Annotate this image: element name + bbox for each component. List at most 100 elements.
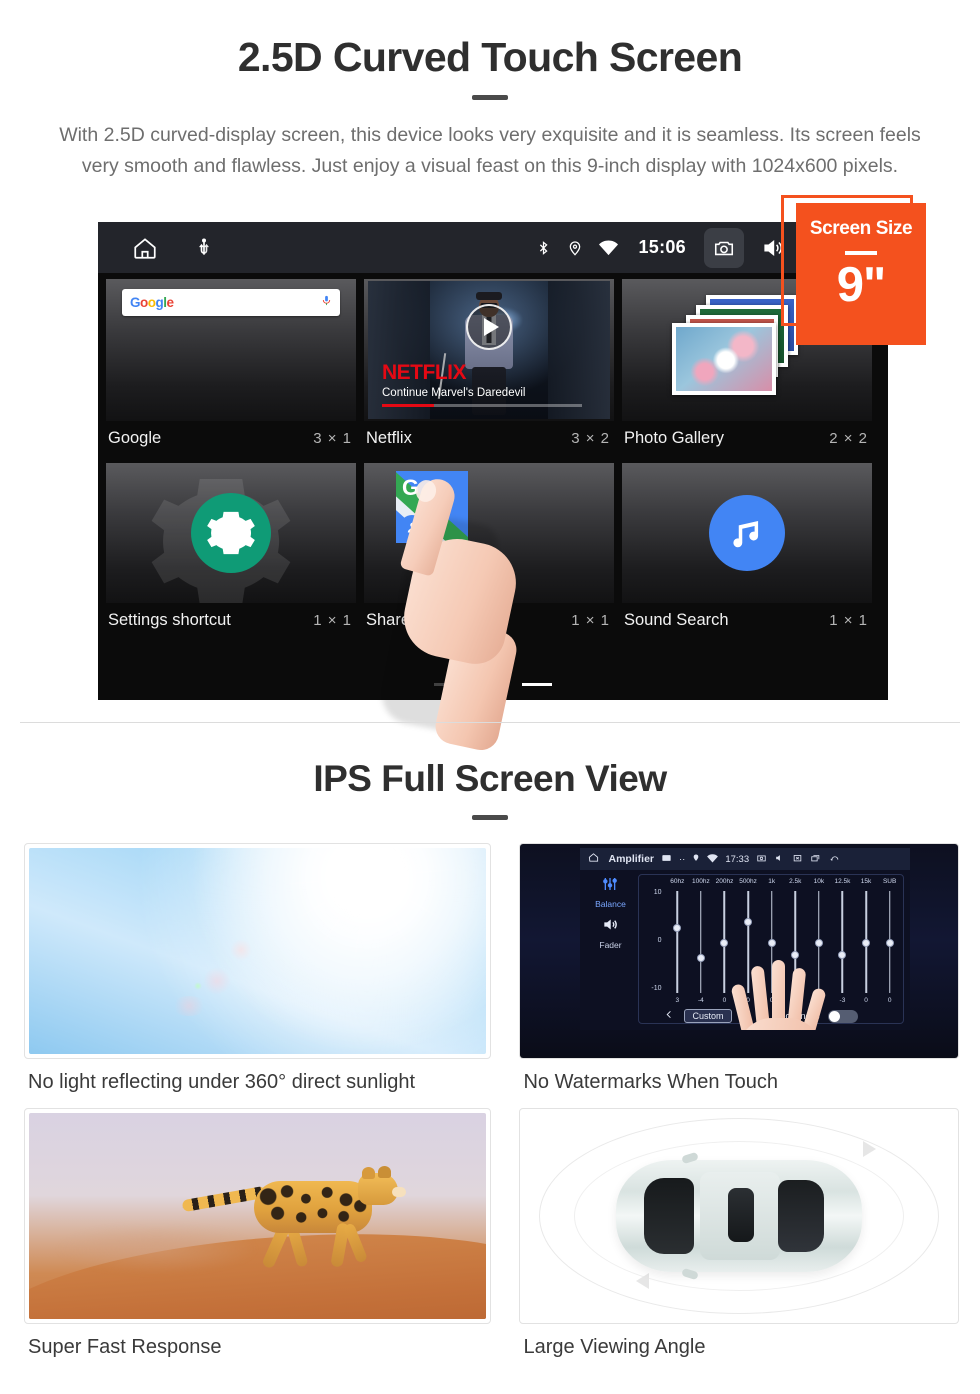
camera-icon[interactable] xyxy=(756,850,767,868)
home-icon[interactable] xyxy=(588,850,599,868)
band-label: 200hz xyxy=(715,878,734,885)
home-icon[interactable] xyxy=(132,235,158,261)
page-dot-3-active[interactable] xyxy=(522,683,552,686)
widget-card-sound-search[interactable]: Sound Search 1 × 1 xyxy=(622,463,872,630)
amplifier-side-tabs: Balance Fader xyxy=(584,876,636,950)
running-cheetah-photo xyxy=(29,1113,487,1319)
eq-slider xyxy=(665,891,689,993)
eq-slider xyxy=(854,891,878,993)
band-value: 0 xyxy=(864,997,868,1004)
widget-name: Netflix xyxy=(366,429,412,447)
sliders-icon[interactable] xyxy=(600,878,620,896)
widget-name: Settings shortcut xyxy=(108,611,231,629)
play-icon[interactable] xyxy=(466,304,512,350)
band-label: 2.5k xyxy=(789,878,802,885)
gallery-icon[interactable] xyxy=(661,850,672,868)
camera-icon[interactable] xyxy=(704,227,744,268)
page-dot-2[interactable] xyxy=(478,683,508,686)
rotation-arrow-bottom xyxy=(636,1273,650,1289)
amplifier-clock: 17:33 xyxy=(725,853,750,865)
feature-card-no-watermarks: Amplifier ·· 17:33 Balance Fader 60hz 10… xyxy=(519,843,959,1094)
band-value: 0 xyxy=(887,997,892,1004)
feature-caption: No Watermarks When Touch xyxy=(523,1071,779,1093)
alley-right xyxy=(548,281,610,419)
google-maps-widget-thumb: G xyxy=(364,463,614,603)
usb-icon[interactable] xyxy=(194,237,214,259)
product-detail-page: 2.5D Curved Touch Screen With 2.5D curve… xyxy=(0,0,980,1394)
widget-size: 1 × 1 xyxy=(829,612,868,629)
scale-label-mid: 0 xyxy=(657,937,662,944)
fader-tab-label[interactable]: Fader xyxy=(584,940,636,950)
status-bar-clock: 15:06 xyxy=(638,237,686,257)
band-label: 12.5k xyxy=(834,878,851,885)
amplifier-body: Balance Fader 60hz 100hz 200hz 500hz 1k … xyxy=(580,870,910,1030)
widget-caption: Sound Search 1 × 1 xyxy=(622,603,872,630)
music-note-icon xyxy=(709,495,785,571)
widget-card-share-location[interactable]: G Share location 1 × 1 xyxy=(364,463,614,630)
feature-card-viewing-angle: Large Viewing Angle xyxy=(519,1108,959,1359)
location-icon xyxy=(567,238,583,258)
band-value: -4 xyxy=(697,997,704,1004)
balance-tab-label[interactable]: Balance xyxy=(584,899,636,909)
amplifier-screen: Amplifier ·· 17:33 Balance Fader 60hz 10… xyxy=(580,848,911,1030)
settings-gear-icon xyxy=(191,493,271,573)
netflix-artwork: NETFLIX Continue Marvel's Daredevil xyxy=(368,281,610,419)
band-label: SUB xyxy=(882,878,897,885)
band-label: 15k xyxy=(860,878,872,885)
widget-size: 1 × 1 xyxy=(313,612,352,629)
widget-caption: Google 3 × 1 xyxy=(106,421,356,448)
recents-icon[interactable] xyxy=(810,850,821,868)
widget-name: Photo Gallery xyxy=(624,429,724,447)
feature-card-row-1: No light reflecting under 360° direct su… xyxy=(24,843,959,1094)
preset-custom-button[interactable]: Custom xyxy=(684,1009,732,1023)
widget-size: 1 × 1 xyxy=(571,612,610,629)
amplifier-equalizer-screenshot: Amplifier ·· 17:33 Balance Fader 60hz 10… xyxy=(520,844,958,1058)
widget-size: 3 × 2 xyxy=(571,430,610,447)
widget-size: 3 × 1 xyxy=(313,430,352,447)
section-2-underline-rule xyxy=(472,815,508,820)
widget-row-1: Google Google 3 × 1 NETFLIX Continue Mar… xyxy=(98,279,888,448)
section-1-title: 2.5D Curved Touch Screen xyxy=(237,34,743,80)
netflix-subtitle: Continue Marvel's Daredevil xyxy=(382,387,526,399)
page-indicator[interactable] xyxy=(434,683,552,686)
widget-card-settings-shortcut[interactable]: Settings shortcut 1 × 1 xyxy=(106,463,356,630)
netflix-progress-bar xyxy=(382,404,582,407)
eq-slider xyxy=(878,891,902,993)
widget-card-netflix[interactable]: NETFLIX Continue Marvel's Daredevil Netf… xyxy=(364,279,614,448)
mic-icon[interactable] xyxy=(321,293,332,313)
person-pin-icon xyxy=(400,515,424,539)
page-dot-1[interactable] xyxy=(434,683,464,686)
widget-card-google[interactable]: Google Google 3 × 1 xyxy=(106,279,356,448)
section-2-title: IPS Full Screen View xyxy=(313,758,667,799)
car-top-view-illustration xyxy=(524,1113,954,1319)
open-hand-overlay xyxy=(730,918,840,1030)
volume-icon[interactable] xyxy=(774,850,785,868)
widget-picker-grid: Google Google 3 × 1 NETFLIX Continue Mar… xyxy=(98,273,888,700)
google-search-box[interactable]: Google xyxy=(122,289,340,316)
title-underline-rule xyxy=(472,95,508,100)
widget-caption: Share location 1 × 1 xyxy=(364,603,614,630)
prev-preset-icon[interactable] xyxy=(663,1007,676,1025)
feature-card-grid: No light reflecting under 360° direct su… xyxy=(24,843,959,1373)
eq-slider xyxy=(689,891,713,993)
widget-size: 2 × 2 xyxy=(829,430,868,447)
scale-label-top: 10 xyxy=(653,889,662,896)
feature-caption: No light reflecting under 360° direct su… xyxy=(28,1071,416,1093)
screen-size-badge: Screen Size 9" xyxy=(796,203,926,345)
car-body xyxy=(616,1151,863,1281)
back-icon[interactable] xyxy=(828,850,841,868)
feature-caption: Super Fast Response xyxy=(28,1336,222,1358)
close-icon[interactable] xyxy=(792,850,803,868)
speaker-icon[interactable] xyxy=(600,916,620,938)
android-status-bar: 15:06 xyxy=(98,222,888,273)
section-divider xyxy=(20,722,960,723)
google-g-glyph: G xyxy=(402,475,420,500)
photo-thumb-blossom xyxy=(672,323,776,395)
screen-size-badge-title: Screen Size xyxy=(809,218,913,239)
band-label: 100hz xyxy=(692,878,710,885)
widget-caption: Settings shortcut 1 × 1 xyxy=(106,603,356,630)
more-icon[interactable]: ·· xyxy=(679,854,685,865)
image-frame xyxy=(24,1108,492,1324)
screen-size-badge-value: 9" xyxy=(836,258,886,312)
settings-gear-widget-thumb xyxy=(106,463,356,603)
